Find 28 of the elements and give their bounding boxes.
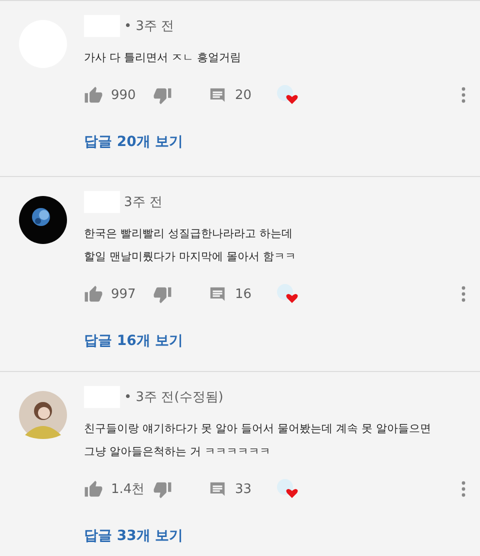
comment-text: 가사 다 틀리면서 ㅈㄴ 흥얼거림 — [84, 50, 241, 66]
reply-count: 16 — [235, 286, 253, 302]
more-icon[interactable] — [461, 481, 466, 497]
like-count: 997 — [111, 286, 137, 302]
thumbs-up-icon[interactable] — [84, 86, 103, 104]
comment-text: 친구들이랑 얘기하다가 못 알아 들어서 물어봤는데 계속 못 알아들으면 그냥 알아들은척하는 거 ㅋㅋㅋㅋㅋㅋ — [84, 421, 431, 460]
thumbs-up-icon[interactable] — [84, 480, 103, 498]
like-count: 990 — [111, 88, 137, 102]
view-replies-link[interactable]: 답글 16개 보기 — [84, 332, 184, 350]
view-replies-link[interactable]: 답글 33개 보기 — [84, 527, 184, 545]
more-icon[interactable] — [461, 87, 466, 103]
thumbs-down-icon[interactable] — [153, 480, 172, 498]
reply-count: 33 — [235, 482, 253, 496]
more-icon[interactable] — [461, 286, 466, 302]
comment-icon[interactable] — [208, 86, 227, 104]
comment-icon[interactable] — [208, 480, 227, 498]
thumbs-up-icon[interactable] — [84, 284, 103, 304]
thumbs-down-icon[interactable] — [153, 86, 172, 104]
thumbs-down-icon[interactable] — [153, 284, 172, 304]
avatar — [19, 391, 67, 439]
comment-time: • 3주 전 — [124, 18, 174, 35]
view-replies-link[interactable]: 답글 20개 보기 — [84, 133, 184, 151]
comment-time: 3주 전 — [124, 194, 162, 211]
comment-icon[interactable] — [208, 284, 227, 304]
reply-count: 20 — [235, 88, 253, 102]
like-count: 1.4천 — [111, 481, 146, 498]
comment-time: • 3주 전(수정됨) — [124, 389, 224, 406]
comment-text: 한국은 빨리빨리 성질급한나라라고 하는데 할일 맨날미뤘다가 마지막에 몰아서 함ㅋㅋ — [84, 226, 296, 265]
